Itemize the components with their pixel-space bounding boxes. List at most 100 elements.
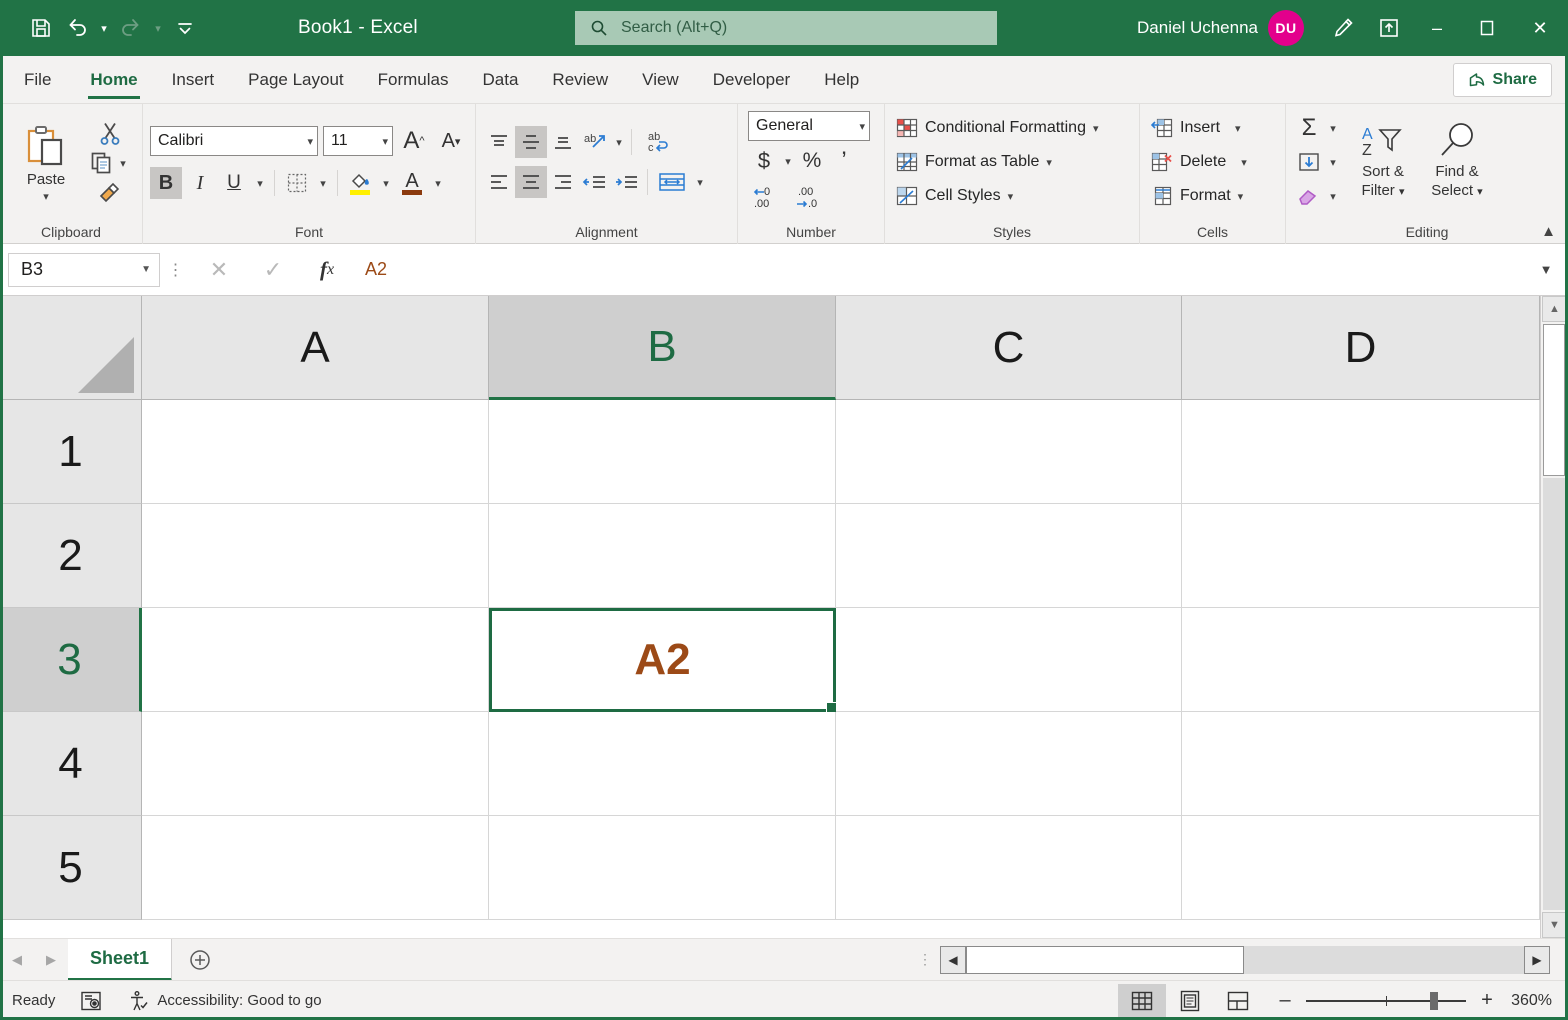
zoom-in-button[interactable]: + xyxy=(1478,989,1496,1012)
decrease-decimal-button[interactable]: 0 .00 xyxy=(748,181,790,213)
tab-page-layout[interactable]: Page Layout xyxy=(231,56,360,103)
align-center-button[interactable] xyxy=(515,166,547,198)
page-layout-view-button[interactable] xyxy=(1166,984,1214,1018)
formula-input[interactable]: A2 xyxy=(354,253,1532,287)
scroll-up-arrow-icon[interactable]: ▲ xyxy=(1541,296,1568,322)
vertical-scrollbar[interactable]: ▲ ▼ xyxy=(1540,296,1568,938)
cell-a1[interactable] xyxy=(142,400,489,504)
expand-formula-bar-icon[interactable]: ▼ xyxy=(1532,262,1560,277)
scroll-right-arrow-icon[interactable]: ▶ xyxy=(1524,945,1550,974)
minimize-button[interactable]: – xyxy=(1412,0,1462,56)
cell-b1[interactable] xyxy=(489,400,836,504)
cell-d1[interactable] xyxy=(1182,400,1540,504)
merge-and-center-button[interactable] xyxy=(652,166,692,198)
conditional-formatting-button[interactable]: Conditional Formatting ▾ xyxy=(892,113,1103,143)
accounting-format-button[interactable]: $ xyxy=(748,145,780,177)
vertical-scroll-thumb[interactable] xyxy=(1543,324,1565,476)
cell-d4[interactable] xyxy=(1182,712,1540,816)
cell-c2[interactable] xyxy=(836,504,1182,608)
number-format-combo[interactable]: General ▾ xyxy=(748,111,870,141)
cell-d3[interactable] xyxy=(1182,608,1540,712)
font-size-combo[interactable]: 11 ▾ xyxy=(323,126,393,156)
tab-help[interactable]: Help xyxy=(807,56,876,103)
decrease-font-size-button[interactable]: A ▾ xyxy=(435,125,467,157)
share-button[interactable]: Share xyxy=(1452,63,1552,97)
tab-formulas[interactable]: Formulas xyxy=(361,56,466,103)
undo-dropdown-icon[interactable]: ▾ xyxy=(96,11,112,45)
row-header-2[interactable]: 2 xyxy=(0,504,142,608)
increase-font-size-button[interactable]: A ^ xyxy=(398,125,430,157)
cut-button[interactable] xyxy=(97,120,123,146)
tab-review[interactable]: Review xyxy=(535,56,625,103)
accounting-dropdown-icon[interactable]: ▾ xyxy=(780,145,796,177)
copy-dropdown-icon[interactable]: ▾ xyxy=(115,147,131,179)
paste-button[interactable]: Paste ▾ xyxy=(7,121,85,203)
record-macro-button[interactable] xyxy=(67,990,115,1012)
cell-a3[interactable] xyxy=(142,608,489,712)
normal-view-button[interactable] xyxy=(1118,983,1166,1018)
bold-button[interactable]: B xyxy=(150,167,182,199)
format-painter-button[interactable] xyxy=(97,180,123,204)
scroll-left-arrow-icon[interactable]: ◀ xyxy=(940,945,966,974)
scroll-split-handle[interactable]: ⋮ xyxy=(910,951,940,968)
cell-d5[interactable] xyxy=(1182,816,1540,920)
cell-c3[interactable] xyxy=(836,608,1182,712)
bottom-align-button[interactable] xyxy=(547,126,579,158)
cell-c5[interactable] xyxy=(836,816,1182,920)
increase-indent-button[interactable] xyxy=(611,166,643,198)
previous-sheet-button[interactable]: ◀ xyxy=(0,939,34,981)
format-as-table-button[interactable]: Format as Table ▾ xyxy=(892,147,1103,177)
redo-icon[interactable] xyxy=(114,11,148,45)
tab-view[interactable]: View xyxy=(625,56,696,103)
autosum-button[interactable]: Σ ▾ xyxy=(1293,112,1341,144)
undo-icon[interactable] xyxy=(60,11,94,45)
confirm-entry-button[interactable]: ✓ xyxy=(246,253,300,287)
row-header-5[interactable]: 5 xyxy=(0,816,142,920)
horizontal-scroll-track[interactable] xyxy=(1244,946,1524,974)
delete-cells-button[interactable]: Delete ▾ xyxy=(1147,147,1251,177)
middle-align-button[interactable] xyxy=(515,126,547,158)
cell-b5[interactable] xyxy=(489,816,836,920)
cell-b3[interactable]: A2 xyxy=(489,608,839,715)
zoom-level[interactable]: 360% xyxy=(1510,992,1568,1010)
cell-b4[interactable] xyxy=(489,712,836,816)
align-left-button[interactable] xyxy=(483,166,515,198)
tab-home[interactable]: Home xyxy=(73,56,154,103)
cancel-entry-button[interactable]: ✕ xyxy=(192,253,246,287)
clear-button[interactable]: ▾ xyxy=(1293,180,1341,212)
insert-cells-button[interactable]: Insert ▾ xyxy=(1147,113,1251,143)
accessibility-status[interactable]: Accessibility: Good to go xyxy=(115,990,333,1012)
column-header-b[interactable]: B xyxy=(489,296,836,400)
close-button[interactable]: ✕ xyxy=(1512,0,1568,56)
underline-button[interactable]: U xyxy=(218,167,250,199)
tab-developer[interactable]: Developer xyxy=(696,56,808,103)
find-and-select-button[interactable]: Find & Select ▾ xyxy=(1421,122,1493,202)
search-box[interactable] xyxy=(575,11,997,45)
horizontal-scrollbar[interactable]: ◀ ▶ xyxy=(940,945,1550,974)
row-header-1[interactable]: 1 xyxy=(0,400,142,504)
borders-dropdown-icon[interactable]: ▾ xyxy=(315,167,331,199)
save-icon[interactable] xyxy=(24,11,58,45)
pen-icon[interactable] xyxy=(1320,0,1366,56)
sort-and-filter-button[interactable]: A Z Sort & Filter ▾ xyxy=(1347,122,1419,202)
formula-bar-handle[interactable]: ⋮ xyxy=(160,260,192,280)
search-input[interactable] xyxy=(621,19,961,37)
add-sheet-button[interactable] xyxy=(172,939,228,981)
maximize-restore-button[interactable] xyxy=(1462,0,1512,56)
cell-a4[interactable] xyxy=(142,712,489,816)
merge-dropdown-icon[interactable]: ▾ xyxy=(692,166,708,198)
page-break-preview-button[interactable] xyxy=(1214,984,1262,1018)
fill-color-button[interactable] xyxy=(344,167,376,199)
cell-a5[interactable] xyxy=(142,816,489,920)
tab-data[interactable]: Data xyxy=(466,56,536,103)
cell-b2[interactable] xyxy=(489,504,836,608)
font-color-button[interactable]: A xyxy=(396,167,428,199)
select-all-corner[interactable] xyxy=(0,296,142,400)
vertical-scroll-track[interactable] xyxy=(1543,478,1565,910)
paste-dropdown-icon[interactable]: ▾ xyxy=(43,190,49,203)
borders-button[interactable] xyxy=(281,167,313,199)
zoom-slider[interactable] xyxy=(1306,990,1466,1012)
insert-function-button[interactable]: fx xyxy=(300,253,354,287)
top-align-button[interactable] xyxy=(483,126,515,158)
fill-dropdown-icon[interactable]: ▾ xyxy=(1325,146,1341,178)
